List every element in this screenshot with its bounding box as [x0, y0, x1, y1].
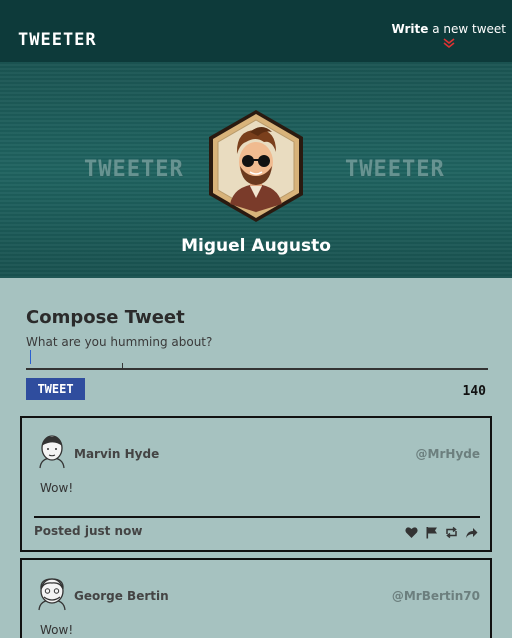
character-counter: 140	[462, 384, 486, 399]
flag-icon[interactable]	[425, 524, 438, 539]
avatar	[34, 434, 70, 470]
write-new-tweet-link[interactable]: Write a new tweet	[391, 22, 506, 52]
compose-tweet-input[interactable]	[26, 334, 488, 370]
retweet-icon[interactable]	[445, 524, 458, 539]
share-icon[interactable]	[465, 524, 478, 538]
tweet-text: Wow!	[40, 623, 74, 637]
write-label-bold: Write	[391, 22, 429, 36]
brand-logo[interactable]: TWEETER	[18, 30, 97, 50]
text-cursor-icon: I	[121, 362, 124, 373]
heart-icon[interactable]	[405, 524, 418, 538]
tweet-author-handle: @MrHyde	[415, 447, 480, 461]
tweet-author-name: Marvin Hyde	[74, 447, 160, 461]
tweet-timestamp: Posted just now	[34, 524, 143, 538]
top-nav: TWEETER Write a new tweet	[0, 0, 512, 62]
text-caret	[30, 350, 31, 364]
profile-name: Miguel Augusto	[181, 236, 331, 256]
write-label-rest: a new tweet	[428, 22, 506, 36]
chevron-down-icon[interactable]	[391, 38, 506, 52]
tweet-author-name: George Bertin	[74, 589, 169, 603]
divider	[34, 516, 480, 518]
tweet-text: Wow!	[40, 481, 74, 495]
tweet-button[interactable]: TWEET	[26, 378, 85, 400]
banner-watermark-right: TWEETER	[345, 157, 445, 182]
tweet-card: Marvin Hyde @MrHyde Wow! Posted just now	[20, 416, 492, 552]
tweet-actions	[405, 524, 478, 539]
avatar	[34, 576, 70, 612]
compose-title: Compose Tweet	[26, 307, 185, 328]
profile-avatar	[206, 108, 306, 224]
banner-watermark-left: TWEETER	[84, 157, 184, 182]
tweet-author-handle: @MrBertin70	[391, 589, 480, 603]
tweet-card: George Bertin @MrBertin70 Wow!	[20, 558, 492, 638]
